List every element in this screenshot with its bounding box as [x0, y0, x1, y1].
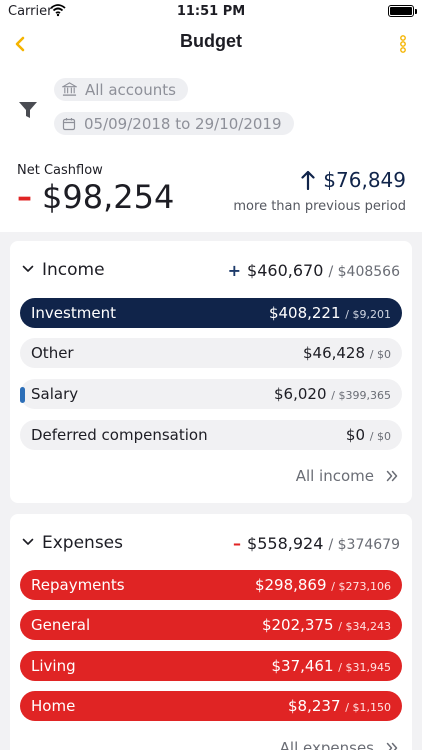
expenses-sign: –: [233, 534, 242, 553]
previous-period-delta: $76,849: [301, 168, 406, 192]
category-amount: $0 / $0: [346, 426, 391, 444]
net-cashflow-label: Net Cashflow: [17, 163, 103, 178]
amount-value: $298,869: [254, 576, 327, 594]
progress-marker: [20, 387, 25, 403]
category-label: General: [31, 616, 91, 634]
date-range-chip[interactable]: 05/09/2018 to 29/10/2019: [54, 112, 294, 135]
all-expenses-label: All expenses: [279, 739, 374, 750]
income-title: Income: [42, 260, 105, 280]
expenses-header[interactable]: Expenses – $558,924 / $374679: [10, 514, 412, 570]
amount-value: $408,221: [268, 304, 341, 322]
budget-value: / $34,243: [338, 620, 391, 633]
accounts-filter-label: All accounts: [85, 80, 176, 99]
header: Budget All accounts 05/09/2018 to 29/10/…: [0, 22, 422, 232]
chevrons-right-icon: [386, 742, 398, 750]
expenses-total: – $558,924 / $374679: [233, 534, 400, 553]
category-amount: $46,428 / $0: [303, 344, 391, 362]
category-label: Repayments: [31, 576, 125, 594]
chevron-down-icon: [22, 538, 34, 545]
amount-value: $8,237: [288, 697, 341, 715]
bank-icon: [62, 82, 77, 96]
nav-bar: Budget: [0, 22, 422, 66]
budget-value: / $1,150: [345, 701, 391, 714]
all-income-label: All income: [295, 467, 374, 485]
list-item[interactable]: Investment $408,221 / $9,201: [20, 298, 402, 328]
expenses-total-amount: $558,924: [247, 534, 324, 553]
amount-value: $37,461: [271, 657, 334, 675]
expenses-title: Expenses: [42, 533, 123, 553]
all-income-link[interactable]: All income: [296, 467, 398, 485]
income-sign: +: [227, 261, 242, 280]
clock: 11:51 PM: [176, 4, 246, 19]
amount-value: $6,020: [274, 385, 327, 403]
income-card: Income + $460,670 / $408566 Investment $4…: [10, 241, 412, 503]
amount-value: $202,375: [261, 616, 334, 634]
budget-value: / $31,945: [338, 661, 391, 674]
income-header[interactable]: Income + $460,670 / $408566: [10, 241, 412, 297]
net-cashflow-value: – $98,254: [17, 178, 174, 216]
list-item[interactable]: Home $8,237 / $1,150: [20, 691, 402, 721]
income-total: + $460,670 / $408566: [228, 261, 400, 280]
more-vertical-icon[interactable]: [396, 34, 410, 54]
income-total-amount: $460,670: [247, 261, 324, 280]
previous-period-caption: more than previous period: [233, 199, 406, 214]
category-label: Deferred compensation: [31, 426, 208, 444]
list-item[interactable]: Deferred compensation $0 / $0: [20, 420, 402, 450]
category-amount: $37,461 / $31,945: [271, 657, 391, 675]
all-expenses-link[interactable]: All expenses: [280, 739, 398, 750]
budget-value: / $273,106: [331, 580, 391, 593]
category-label: Living: [31, 657, 76, 675]
list-item[interactable]: Salary $6,020 / $399,365: [20, 379, 402, 409]
list-item[interactable]: Living $37,461 / $31,945: [20, 651, 402, 681]
filter-icon[interactable]: [18, 100, 38, 120]
category-label: Salary: [31, 385, 79, 403]
accounts-filter-chip[interactable]: All accounts: [54, 78, 188, 101]
category-amount: $408,221 / $9,201: [269, 304, 391, 322]
list-item[interactable]: General $202,375 / $34,243: [20, 610, 402, 640]
arrow-up-icon: [301, 170, 315, 190]
category-amount: $202,375 / $34,243: [262, 616, 391, 634]
calendar-icon: [62, 117, 76, 130]
budget-value: / $0: [369, 348, 391, 361]
net-amount: $98,254: [42, 178, 175, 216]
previous-period-value: $76,849: [323, 168, 406, 192]
category-label: Home: [31, 697, 76, 715]
category-amount: $8,237 / $1,150: [288, 697, 391, 715]
net-sign: –: [17, 179, 32, 215]
budget-value: / $399,365: [331, 389, 391, 402]
battery-icon: [388, 5, 417, 17]
list-item[interactable]: Other $46,428 / $0: [20, 338, 402, 368]
status-bar: Carrier 11:51 PM: [0, 0, 422, 22]
income-total-budget: / $408566: [328, 264, 400, 280]
amount-value: $0: [345, 426, 366, 444]
date-range-label: 05/09/2018 to 29/10/2019: [84, 114, 282, 133]
budget-value: / $9,201: [345, 308, 391, 321]
chevrons-right-icon: [386, 470, 398, 482]
category-label: Other: [31, 344, 74, 362]
category-label: Investment: [31, 304, 116, 322]
page-title: Budget: [180, 31, 242, 51]
amount-value: $46,428: [302, 344, 366, 362]
expenses-total-budget: / $374679: [328, 537, 400, 553]
category-amount: $298,869 / $273,106: [255, 576, 391, 594]
category-amount: $6,020 / $399,365: [274, 385, 391, 403]
expenses-card: Expenses – $558,924 / $374679 Repayments …: [10, 514, 412, 750]
budget-value: / $0: [369, 430, 391, 443]
chevron-down-icon: [22, 265, 34, 272]
list-item[interactable]: Repayments $298,869 / $273,106: [20, 570, 402, 600]
